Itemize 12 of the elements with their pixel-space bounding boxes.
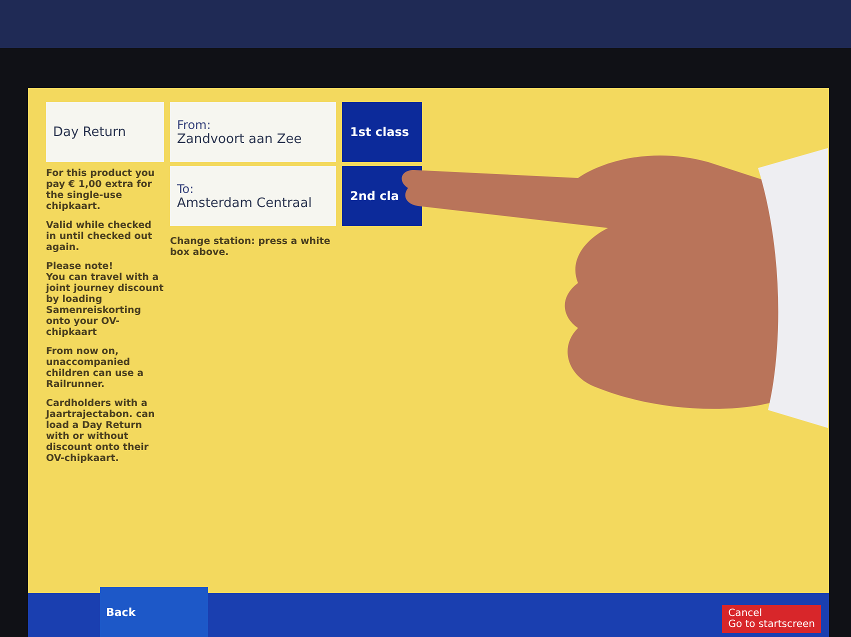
from-station-box[interactable]: From: Zandvoort aan Zee	[170, 102, 336, 162]
to-station-box[interactable]: To: Amsterdam Centraal	[170, 166, 336, 226]
class-button[interactable]: 1st class	[342, 102, 422, 162]
back-button[interactable]: Back	[100, 587, 208, 637]
info-note: From now on, unaccompanied children can use a Railrunner.	[46, 346, 145, 390]
info-note: Valid while checked in until checked out again.	[46, 220, 154, 253]
product-box: Day Return	[46, 102, 164, 162]
info-note: Cardholders with a Jaartrajectabon. can load a Day Return with or without discount onto their OV-chipkaart.	[46, 398, 156, 464]
info-note: Please note! You can travel with a joint journey discount by loading Samenreiskorting onto your OV-chipkaart	[46, 261, 164, 338]
station-hint: Change station: press a white box above.	[170, 236, 332, 258]
info-note: For this product you pay € 1,00 extra for the single-use chipkaart.	[46, 168, 156, 212]
cancel-button[interactable]: Cancel Go to startscreen	[722, 605, 821, 633]
